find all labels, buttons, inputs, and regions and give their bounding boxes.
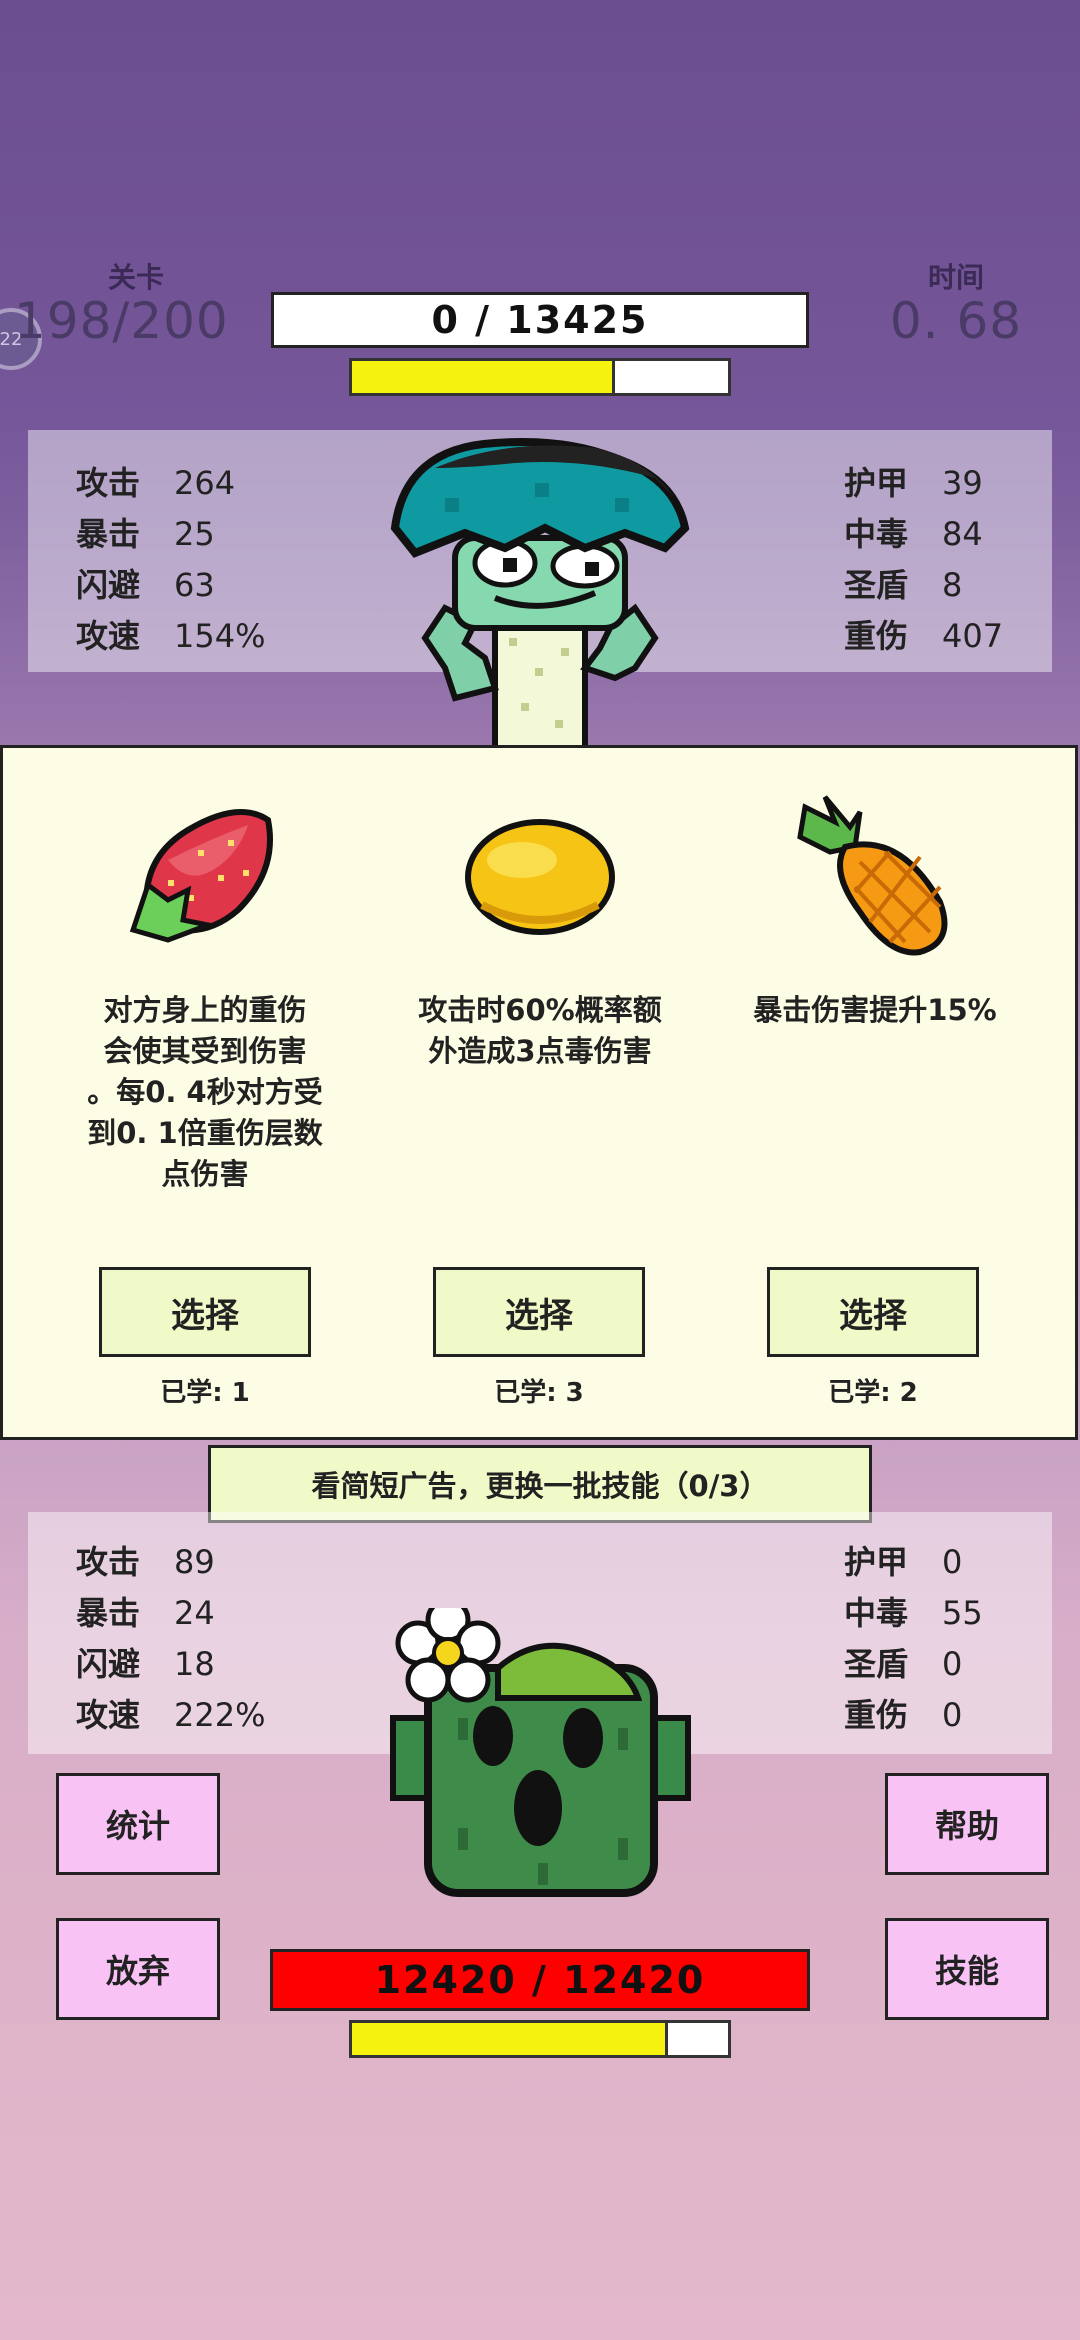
- enemy-character-sprite: [390, 1608, 691, 1897]
- enemy-progress-bar: [349, 2020, 731, 2058]
- select-skill-2-button[interactable]: 选择: [433, 1267, 645, 1357]
- player-stat-holy-shield: 圣盾 8: [844, 566, 963, 604]
- time-label: 时间: [927, 261, 984, 294]
- skill-3-learned-count: 已学: 2: [828, 1378, 918, 1408]
- enemy-stat-dodge: 闪避 18: [76, 1645, 215, 1683]
- skill-1-description: 对方身上的重伤 会使其受到伤害 。每0. 4秒对方受 到0. 1倍重伤层数 点伤害: [87, 993, 323, 1191]
- enemy-stat-crit: 暴击 24: [76, 1594, 215, 1632]
- skills-button[interactable]: 技能: [885, 1918, 1049, 2020]
- player-damage-text: 0 / 13425: [431, 298, 649, 342]
- skill-2-description: 攻击时60%概率额 外造成3点毒伤害: [418, 993, 662, 1068]
- time-value: 0. 68: [889, 292, 1023, 350]
- enemy-stat-grievous: 重伤 0: [844, 1696, 963, 1734]
- skill-3-description: 暴击伤害提升15%: [753, 993, 997, 1027]
- help-button[interactable]: 帮助: [885, 1773, 1049, 1875]
- level-label: 关卡: [107, 261, 164, 294]
- select-skill-1-button[interactable]: 选择: [99, 1267, 311, 1357]
- player-stat-dodge: 闪避 63: [76, 566, 215, 604]
- player-stat-armor: 护甲 39: [844, 464, 983, 502]
- flower-icon: [395, 1608, 501, 1703]
- stats-button[interactable]: 统计: [56, 1773, 220, 1875]
- lemon-icon: [465, 819, 615, 935]
- player-progress-bar: [349, 358, 731, 396]
- player-stat-crit: 暴击 25: [76, 515, 215, 553]
- enemy-hp-bar: 12420 / 12420: [270, 1949, 810, 2011]
- skill-1-learned-count: 已学: 1: [160, 1378, 250, 1408]
- player-stat-attack: 攻击 264: [76, 464, 236, 502]
- player-damage-bar: 0 / 13425: [271, 292, 809, 348]
- give-up-button[interactable]: 放弃: [56, 1918, 220, 2020]
- player-stat-grievous: 重伤 407: [844, 617, 1004, 655]
- enemy-stat-poison: 中毒 55: [844, 1594, 983, 1632]
- level-value: 198/200: [14, 292, 229, 350]
- enemy-stat-attack: 攻击 89: [76, 1543, 215, 1581]
- enemy-stat-holy-shield: 圣盾 0: [844, 1645, 963, 1683]
- enemy-progress-fill: [352, 2023, 668, 2055]
- enemy-hp-text: 12420 / 12420: [374, 1958, 706, 2002]
- player-stat-poison: 中毒 84: [844, 515, 983, 553]
- strawberry-icon: [129, 809, 273, 943]
- select-skill-3-button[interactable]: 选择: [767, 1267, 979, 1357]
- pineapple-icon: [797, 795, 948, 956]
- player-progress-fill: [352, 361, 616, 393]
- player-character-sprite: [390, 438, 690, 750]
- skill-2-learned-count: 已学: 3: [494, 1378, 584, 1408]
- enemy-stat-armor: 护甲 0: [844, 1543, 963, 1581]
- player-stat-attack-speed: 攻速 154%: [76, 617, 266, 655]
- enemy-stat-attack-speed: 攻速 222%: [76, 1696, 266, 1734]
